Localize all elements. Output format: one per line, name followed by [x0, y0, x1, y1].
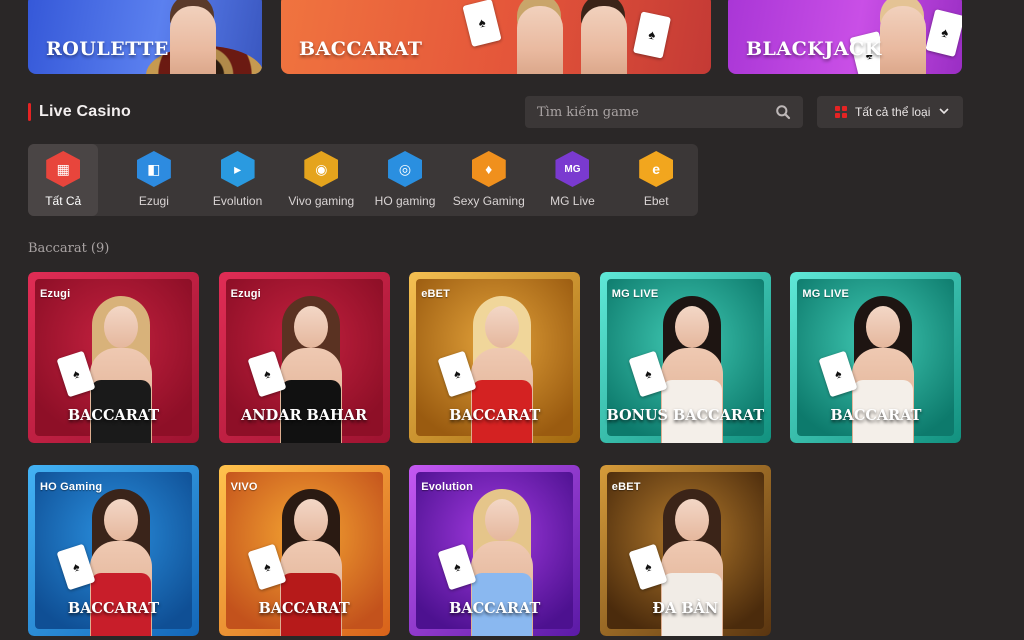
tab-mg-live[interactable]: MG MG Live: [531, 144, 615, 216]
banner-card-image: ♠: [462, 0, 502, 48]
mg-live-icon: MG: [554, 150, 590, 188]
all-games-icon: ▦: [45, 150, 81, 188]
grid-icon: [835, 106, 847, 118]
game-title: BACCARAT: [830, 407, 922, 424]
roulette-banner[interactable]: ROULETTE: [28, 0, 262, 74]
section-accent-bar: [28, 103, 31, 121]
search-input[interactable]: [537, 104, 775, 120]
game-tile[interactable]: ♠ MG LIVE BACCARAT: [790, 272, 962, 443]
game-title: BACCARAT: [67, 407, 160, 424]
ezugi-icon: ◧: [136, 150, 172, 188]
evolution-icon: ▸: [220, 150, 256, 188]
section-title: Live Casino: [28, 101, 131, 123]
banner-card-image: ♠: [925, 8, 962, 58]
banner-title: BACCARAT: [299, 38, 423, 60]
game-tile[interactable]: ♠ VIVO BACCARAT: [218, 465, 390, 636]
game-tile[interactable]: ♠ eBET BACCARAT: [409, 272, 581, 443]
tab-label: Evolution: [212, 194, 263, 208]
banner-dealer-image: [880, 6, 926, 74]
provider-logo: Ezugi: [230, 288, 261, 300]
banner-title: ROULETTE: [46, 38, 169, 60]
sexy-gaming-icon: ♦: [471, 150, 507, 188]
tab-label: MG Live: [550, 194, 595, 208]
tab-label: Vivo gaming: [288, 194, 355, 208]
provider-logo: eBET: [421, 288, 451, 300]
section-header: Live Casino Tất cả thể loại: [28, 96, 964, 130]
search-icon[interactable]: [775, 104, 791, 120]
banner-dealer-image: [170, 6, 216, 74]
provider-logo: VIVO: [230, 481, 258, 493]
provider-tabs: ▦ Tất Cả ◧ Ezugi ▸ Evolution ◉ Vivo gaming ◎ HO g…: [28, 144, 698, 216]
banner-dealer-image: [581, 6, 627, 74]
game-tile[interactable]: ♠ Ezugi BACCARAT: [28, 272, 199, 443]
banner-title: BLACKJACK: [746, 38, 882, 60]
game-tile[interactable]: ♠ MG LIVE BONUS BACCARAT: [599, 272, 771, 443]
tab-label: Tất Cả: [45, 194, 82, 208]
tab-all-games[interactable]: ▦ Tất Cả: [28, 144, 99, 216]
tab-ezugi[interactable]: ◧ Ezugi: [112, 144, 196, 216]
game-tile[interactable]: ♠ Ezugi ANDAR BAHAR: [218, 272, 390, 443]
game-title: BACCARAT: [258, 600, 350, 617]
game-title: ANDAR BAHAR: [241, 407, 368, 424]
category-label: Baccarat (9): [28, 241, 110, 256]
provider-logo: eBET: [611, 481, 641, 493]
provider-logo: MG LIVE: [611, 288, 659, 300]
dealer-face: [103, 306, 138, 348]
game-title: BACCARAT: [67, 600, 160, 617]
tab-label: Ebet: [643, 194, 669, 208]
search-box[interactable]: [525, 96, 803, 128]
vivo-gaming-icon: ◉: [303, 150, 339, 188]
blackjack-banner[interactable]: ♠ ♠ BLACKJACK: [728, 0, 962, 74]
banner-strip: ROULETTE ♠ ♠ BACCARAT ♠ ♠ BLACKJACK: [28, 0, 964, 74]
game-tile[interactable]: ♠ eBET ĐA BÀN: [599, 465, 771, 636]
game-title: BACCARAT: [449, 600, 541, 617]
provider-logo: HO Gaming: [40, 481, 103, 493]
dealer-face: [103, 499, 138, 541]
tab-vivo-gaming[interactable]: ◉ Vivo gaming: [279, 144, 363, 216]
dealer-face: [294, 499, 329, 541]
game-tile[interactable]: ♠ HO Gaming BACCARAT: [28, 465, 199, 636]
game-title: ĐA BÀN: [652, 600, 719, 617]
tab-evolution[interactable]: ▸ Evolution: [196, 144, 280, 216]
ho-gaming-icon: ◎: [387, 150, 423, 188]
chevron-down-icon: [938, 105, 950, 120]
baccarat-banner[interactable]: ♠ ♠ BACCARAT: [281, 0, 711, 74]
tab-ebet[interactable]: e Ebet: [614, 144, 698, 216]
provider-logo: Ezugi: [40, 288, 71, 300]
banner-dealer-image: [517, 6, 563, 74]
dealer-face: [865, 306, 900, 348]
tab-sexy-gaming[interactable]: ♦ Sexy Gaming: [447, 144, 531, 216]
dealer-face: [294, 306, 329, 348]
category-filter-dropdown[interactable]: Tất cả thể loại: [817, 96, 963, 128]
section-title-text: Live Casino: [39, 103, 132, 120]
game-tile[interactable]: ♠ Evolution BACCARAT: [409, 465, 581, 636]
game-title: BACCARAT: [449, 407, 541, 424]
filter-label: Tất cả thể loại: [855, 105, 931, 119]
tab-label: HO gaming: [374, 194, 436, 208]
dealer-face: [484, 499, 519, 541]
tab-label: Ezugi: [138, 194, 169, 208]
tab-label: Sexy Gaming: [452, 194, 525, 208]
tab-ho-gaming[interactable]: ◎ HO gaming: [363, 144, 447, 216]
provider-logo: Evolution: [421, 481, 474, 493]
provider-logo: MG LIVE: [802, 288, 850, 300]
dealer-face: [484, 306, 519, 348]
game-title: BONUS BACCARAT: [606, 407, 765, 424]
ebet-icon: e: [638, 150, 674, 188]
banner-card-image: ♠: [632, 11, 672, 59]
